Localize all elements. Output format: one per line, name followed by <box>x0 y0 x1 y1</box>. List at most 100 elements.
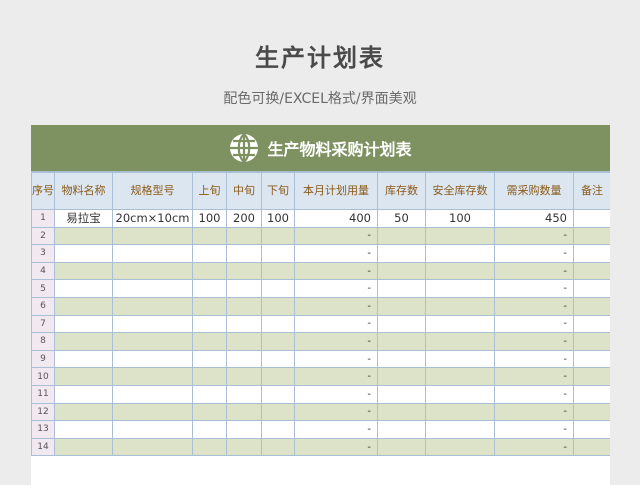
table-cell-late[interactable] <box>261 279 295 298</box>
table-cell-early[interactable] <box>192 332 227 351</box>
table-cell-stock[interactable] <box>377 349 426 369</box>
table-cell-early[interactable] <box>192 402 227 422</box>
table-cell-plan[interactable]: - <box>294 226 378 246</box>
table-cell-name[interactable] <box>54 332 113 351</box>
table-cell-need[interactable]: - <box>494 332 574 351</box>
column-header[interactable]: 安全库存数 <box>425 172 495 210</box>
table-cell-need[interactable]: - <box>494 296 574 316</box>
table-cell-safe[interactable] <box>425 420 495 439</box>
table-cell-plan[interactable]: - <box>294 384 378 404</box>
row-index-cell[interactable]: 5 <box>31 279 55 298</box>
column-header[interactable]: 备注 <box>573 172 610 210</box>
table-cell-stock[interactable] <box>377 296 426 316</box>
table-cell-spec[interactable] <box>112 244 193 263</box>
table-cell-need[interactable]: - <box>494 384 574 404</box>
table-cell-late[interactable] <box>261 314 295 334</box>
table-cell-need[interactable]: - <box>494 279 574 298</box>
table-cell-name[interactable] <box>54 367 113 386</box>
table-cell-safe[interactable] <box>425 402 495 422</box>
table-cell-late[interactable] <box>261 402 295 422</box>
table-cell-note[interactable] <box>573 367 610 386</box>
column-header[interactable]: 本月计划用量 <box>294 172 378 210</box>
table-cell-early[interactable] <box>192 279 227 298</box>
table-cell-early[interactable] <box>192 226 227 246</box>
table-cell-note[interactable] <box>573 402 610 422</box>
table-cell-plan[interactable]: - <box>294 332 378 351</box>
table-cell-name[interactable] <box>54 244 113 263</box>
row-index-cell[interactable]: 2 <box>31 226 55 246</box>
table-cell-need[interactable]: - <box>494 314 574 334</box>
table-cell-late[interactable] <box>261 296 295 316</box>
table-cell-early[interactable] <box>192 296 227 316</box>
table-cell-need[interactable]: - <box>494 437 574 457</box>
table-cell-plan[interactable]: - <box>294 244 378 263</box>
table-cell-stock[interactable] <box>377 314 426 334</box>
table-cell-early[interactable] <box>192 349 227 369</box>
table-cell-late[interactable] <box>261 420 295 439</box>
table-cell-plan[interactable]: - <box>294 261 378 281</box>
table-cell-spec[interactable] <box>112 226 193 246</box>
column-header[interactable]: 中旬 <box>226 172 262 210</box>
table-cell-stock[interactable] <box>377 244 426 263</box>
table-cell-spec[interactable] <box>112 437 193 457</box>
row-index-cell[interactable]: 13 <box>31 420 55 439</box>
table-cell-name[interactable] <box>54 420 113 439</box>
table-cell-late[interactable] <box>261 226 295 246</box>
column-header[interactable]: 规格型号 <box>112 172 193 210</box>
table-cell-safe[interactable] <box>425 296 495 316</box>
table-cell-late[interactable] <box>261 349 295 369</box>
table-cell-stock[interactable] <box>377 367 426 386</box>
row-index-cell[interactable]: 4 <box>31 261 55 281</box>
table-cell-plan[interactable]: - <box>294 314 378 334</box>
column-header[interactable]: 序号 <box>31 172 55 210</box>
table-cell-stock[interactable] <box>377 420 426 439</box>
table-cell-name[interactable] <box>54 437 113 457</box>
table-cell-early[interactable] <box>192 420 227 439</box>
table-cell-plan[interactable]: - <box>294 279 378 298</box>
table-cell-late[interactable] <box>261 367 295 386</box>
table-cell-safe[interactable] <box>425 384 495 404</box>
table-cell-note[interactable] <box>573 261 610 281</box>
table-cell-early[interactable] <box>192 437 227 457</box>
column-header[interactable]: 物料名称 <box>54 172 113 210</box>
table-cell-need[interactable]: 450 <box>494 209 574 228</box>
table-cell-mid[interactable] <box>226 384 262 404</box>
row-index-cell[interactable]: 10 <box>31 367 55 386</box>
table-cell-safe[interactable] <box>425 314 495 334</box>
column-header[interactable]: 上旬 <box>192 172 227 210</box>
column-header[interactable]: 下旬 <box>261 172 295 210</box>
table-cell-late[interactable] <box>261 384 295 404</box>
table-cell-mid[interactable] <box>226 349 262 369</box>
table-cell-stock[interactable]: 50 <box>377 209 426 228</box>
table-cell-mid[interactable] <box>226 437 262 457</box>
table-cell-need[interactable]: - <box>494 367 574 386</box>
table-cell-name[interactable] <box>54 296 113 316</box>
table-cell-mid[interactable] <box>226 402 262 422</box>
table-cell-safe[interactable] <box>425 367 495 386</box>
table-cell-spec[interactable] <box>112 367 193 386</box>
table-cell-note[interactable] <box>573 420 610 439</box>
table-cell-name[interactable] <box>54 384 113 404</box>
table-cell-mid[interactable] <box>226 332 262 351</box>
table-cell-mid[interactable] <box>226 367 262 386</box>
table-cell-safe[interactable] <box>425 332 495 351</box>
table-cell-spec[interactable] <box>112 314 193 334</box>
table-cell-note[interactable] <box>573 437 610 457</box>
table-cell-safe[interactable] <box>425 244 495 263</box>
table-cell-mid[interactable] <box>226 314 262 334</box>
table-cell-name[interactable] <box>54 279 113 298</box>
table-cell-stock[interactable] <box>377 261 426 281</box>
table-cell-stock[interactable] <box>377 384 426 404</box>
table-cell-late[interactable] <box>261 244 295 263</box>
table-cell-stock[interactable] <box>377 279 426 298</box>
table-cell-safe[interactable] <box>425 349 495 369</box>
table-cell-spec[interactable] <box>112 420 193 439</box>
table-cell-spec[interactable] <box>112 279 193 298</box>
row-index-cell[interactable]: 8 <box>31 332 55 351</box>
table-cell-plan[interactable]: - <box>294 367 378 386</box>
table-cell-mid[interactable] <box>226 279 262 298</box>
table-cell-stock[interactable] <box>377 437 426 457</box>
table-cell-need[interactable]: - <box>494 420 574 439</box>
row-index-cell[interactable]: 11 <box>31 384 55 404</box>
table-cell-need[interactable]: - <box>494 226 574 246</box>
